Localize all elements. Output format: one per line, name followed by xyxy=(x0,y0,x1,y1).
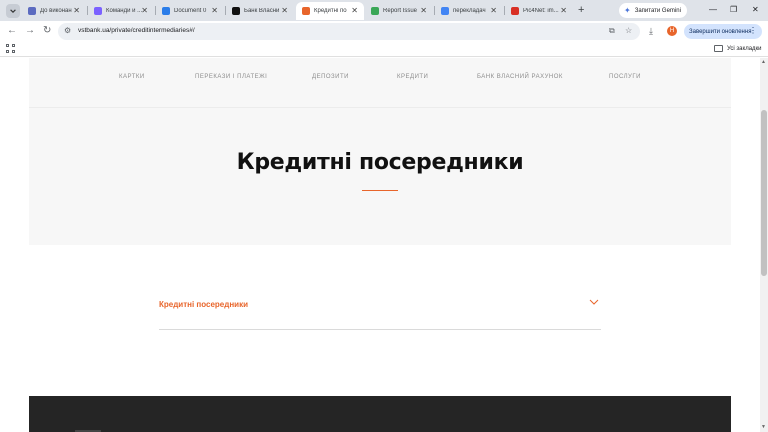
accordion-label[interactable]: Кредитні посередники xyxy=(159,300,248,309)
all-bookmarks-button[interactable]: Усі закладки xyxy=(714,45,762,52)
chevron-down-icon xyxy=(10,9,16,13)
maximize-button[interactable]: ❐ xyxy=(730,4,737,16)
tab-title: Кредитні по xyxy=(314,8,347,14)
address-bar[interactable]: ⚙ vstbank.ua/private/creditintermediarie… xyxy=(58,23,640,40)
scroll-down-icon[interactable]: ▼ xyxy=(761,424,766,430)
tab-title: перекладач xyxy=(453,8,486,14)
tab-favicon-icon xyxy=(302,7,310,15)
scrollbar[interactable]: ▲ ▼ xyxy=(760,58,768,432)
close-icon[interactable]: ✕ xyxy=(490,6,497,16)
gemini-button[interactable]: ✦ Запитати Gemini xyxy=(619,3,687,18)
tab-favicon-icon xyxy=(441,7,449,15)
close-icon[interactable]: ✕ xyxy=(73,6,80,16)
tab-favicon-icon xyxy=(94,7,102,15)
browser-tab-0[interactable]: До виконан ✕ xyxy=(22,2,86,20)
tab-title: Банк Власни xyxy=(244,8,280,14)
tab-title: Document 0 xyxy=(174,8,207,14)
tab-title: Pic4Net: im... xyxy=(523,8,559,14)
gemini-label: Запитати Gemini xyxy=(634,7,681,14)
browser-tab-1[interactable]: Команди и ... ✕ xyxy=(88,2,154,20)
bookmarks-bar: Усі закладки xyxy=(0,42,768,57)
menu-item-own-account[interactable]: БАНК ВЛАСНИЙ РАХУНОК xyxy=(477,74,563,80)
page-viewport: КАРТКИ ПЕРЕКАЗИ І ПЛАТЕЖІ ДЕПОЗИТИ КРЕДИ… xyxy=(0,58,768,432)
close-icon[interactable]: ✕ xyxy=(211,6,218,16)
browser-tab-3[interactable]: Банк Власни ✕ xyxy=(226,2,294,20)
menu-divider xyxy=(29,107,731,108)
menu-item-services[interactable]: ПОСЛУГИ xyxy=(609,74,641,80)
gemini-sparkle-icon: ✦ xyxy=(624,6,631,15)
more-menu-icon[interactable]: ⋮ xyxy=(749,26,757,36)
tab-title: Report Issue xyxy=(383,8,418,14)
menu-item-cards[interactable]: КАРТКИ xyxy=(119,74,145,80)
forward-arrow-icon[interactable]: → xyxy=(25,25,35,37)
site-info-icon[interactable]: ⚙ xyxy=(64,26,71,36)
menu-item-credits[interactable]: КРЕДИТИ xyxy=(397,74,428,80)
page-title: Кредитні посередники xyxy=(236,150,524,175)
reload-icon[interactable]: ↻ xyxy=(43,25,51,37)
tab-favicon-icon xyxy=(511,7,519,15)
update-label: Завершити оновлення xyxy=(689,28,752,35)
tab-favicon-icon xyxy=(162,7,170,15)
tab-favicon-icon xyxy=(28,7,36,15)
title-underline xyxy=(362,190,398,191)
scrollbar-thumb[interactable] xyxy=(761,110,767,276)
menu-item-transfers[interactable]: ПЕРЕКАЗИ І ПЛАТЕЖІ xyxy=(195,74,267,80)
close-icon[interactable]: ✕ xyxy=(560,6,567,16)
new-tab-button[interactable]: + xyxy=(578,3,584,17)
minimize-button[interactable]: — xyxy=(709,4,717,16)
download-icon[interactable]: ⤓ xyxy=(649,25,653,37)
back-arrow-icon[interactable]: ← xyxy=(7,25,17,37)
close-icon[interactable]: ✕ xyxy=(351,6,358,16)
bookmark-star-icon[interactable]: ☆ xyxy=(625,26,632,36)
all-bookmarks-label: Усі закладки xyxy=(727,45,762,52)
tab-strip: До виконан ✕ Команди и ... ✕ Document 0 … xyxy=(0,0,768,21)
hero-section: КАРТКИ ПЕРЕКАЗИ І ПЛАТЕЖІ ДЕПОЗИТИ КРЕДИ… xyxy=(29,58,731,245)
menu-item-deposits[interactable]: ДЕПОЗИТИ xyxy=(312,74,349,80)
browser-tab-4-active[interactable]: Кредитні по ✕ xyxy=(296,2,364,20)
scroll-up-icon[interactable]: ▲ xyxy=(761,59,766,65)
chevron-down-icon[interactable] xyxy=(589,297,599,307)
browser-tab-6[interactable]: перекладач ✕ xyxy=(435,2,503,20)
update-browser-button[interactable]: Завершити оновлення ⋮ xyxy=(684,24,762,39)
browser-tab-7[interactable]: Pic4Net: im... ✕ xyxy=(505,2,573,20)
tab-search-button[interactable] xyxy=(6,4,20,18)
browser-toolbar: ← → ↻ ⚙ vstbank.ua/private/creditinterme… xyxy=(0,21,768,42)
close-icon[interactable]: ✕ xyxy=(281,6,288,16)
url-text[interactable]: vstbank.ua/private/creditintermediaries#… xyxy=(78,27,195,34)
tab-favicon-icon xyxy=(232,7,240,15)
folder-icon xyxy=(714,45,723,52)
profile-avatar[interactable]: Н xyxy=(667,26,677,36)
close-icon[interactable]: ✕ xyxy=(141,6,148,16)
install-app-icon[interactable]: ⧉ xyxy=(609,26,615,36)
footer xyxy=(29,396,731,432)
tab-favicon-icon xyxy=(371,7,379,15)
accordion-item[interactable]: Кредитні посередники xyxy=(159,288,601,330)
close-window-button[interactable]: ✕ xyxy=(752,4,759,16)
browser-tab-5[interactable]: Report Issue ✕ xyxy=(365,2,433,20)
apps-grid-icon[interactable] xyxy=(6,44,15,53)
browser-tab-2[interactable]: Document 0 ✕ xyxy=(156,2,224,20)
close-icon[interactable]: ✕ xyxy=(420,6,427,16)
main-menu: КАРТКИ ПЕРЕКАЗИ І ПЛАТЕЖІ ДЕПОЗИТИ КРЕДИ… xyxy=(29,74,731,88)
tab-title: Команди и ... xyxy=(106,8,143,14)
